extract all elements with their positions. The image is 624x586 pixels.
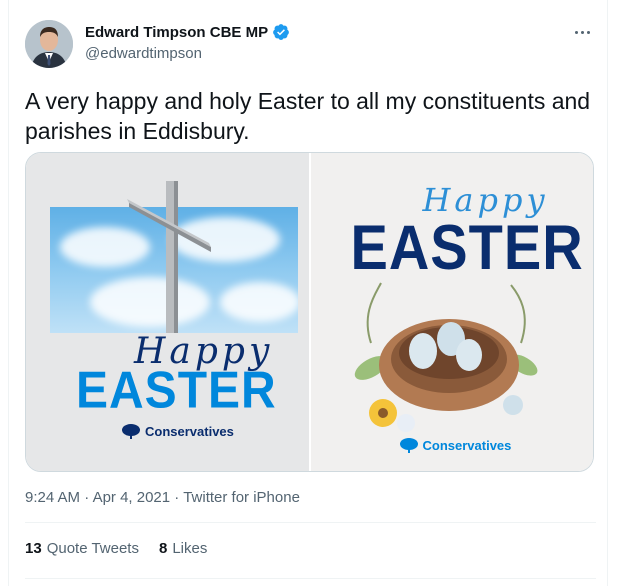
cross-icon bbox=[127, 181, 211, 333]
logo-right: Conservatives bbox=[399, 437, 511, 453]
display-name[interactable]: Edward Timpson CBE MP bbox=[85, 24, 268, 41]
verified-badge-icon bbox=[272, 23, 290, 41]
frame-border-right bbox=[607, 0, 608, 586]
quote-tweets-stat[interactable]: 13 Quote Tweets bbox=[25, 540, 139, 557]
tweet-date[interactable]: Apr 4, 2021 bbox=[93, 489, 171, 506]
oak-tree-icon bbox=[122, 424, 140, 439]
media-image-left[interactable]: Happy EASTER Conservatives bbox=[26, 153, 309, 471]
likes-stat[interactable]: 8 Likes bbox=[159, 540, 207, 557]
avatar[interactable] bbox=[25, 20, 73, 68]
logo-left: Conservatives bbox=[121, 423, 234, 439]
media-grid: Happy EASTER Conservatives Happy EASTER bbox=[25, 152, 594, 472]
divider bbox=[25, 522, 596, 523]
divider bbox=[25, 578, 596, 579]
frame-border-left bbox=[8, 0, 9, 586]
like-count: 8 bbox=[158, 540, 168, 557]
more-horizontal-icon[interactable] bbox=[568, 20, 596, 44]
quote-label: Quote Tweets bbox=[46, 540, 139, 557]
tweet-meta: 9:24 AM · Apr 4, 2021 · Twitter for iPho… bbox=[25, 489, 300, 506]
quote-count: 13 bbox=[25, 540, 42, 557]
separator-dot: · bbox=[84, 489, 90, 506]
separator-dot: · bbox=[174, 489, 180, 506]
easter-word-left: EASTER bbox=[76, 362, 277, 420]
tweet-source[interactable]: Twitter for iPhone bbox=[183, 489, 300, 506]
tweet-time[interactable]: 9:24 AM bbox=[25, 489, 80, 506]
avatar-image bbox=[25, 20, 73, 68]
name-row: Edward Timpson CBE MP bbox=[85, 23, 290, 41]
media-image-right[interactable]: Happy EASTER Conservatives bbox=[310, 153, 593, 471]
tweet-stats: 13 Quote Tweets 8 Likes bbox=[25, 540, 207, 557]
tweet-header: Edward Timpson CBE MP @edwardtimpson bbox=[25, 20, 596, 70]
oak-tree-icon bbox=[399, 438, 418, 453]
nest-icon bbox=[354, 282, 537, 432]
tweet-text: A very happy and holy Easter to all my c… bbox=[25, 88, 591, 144]
handle[interactable]: @edwardtimpson bbox=[85, 45, 202, 62]
like-label: Likes bbox=[172, 540, 208, 557]
